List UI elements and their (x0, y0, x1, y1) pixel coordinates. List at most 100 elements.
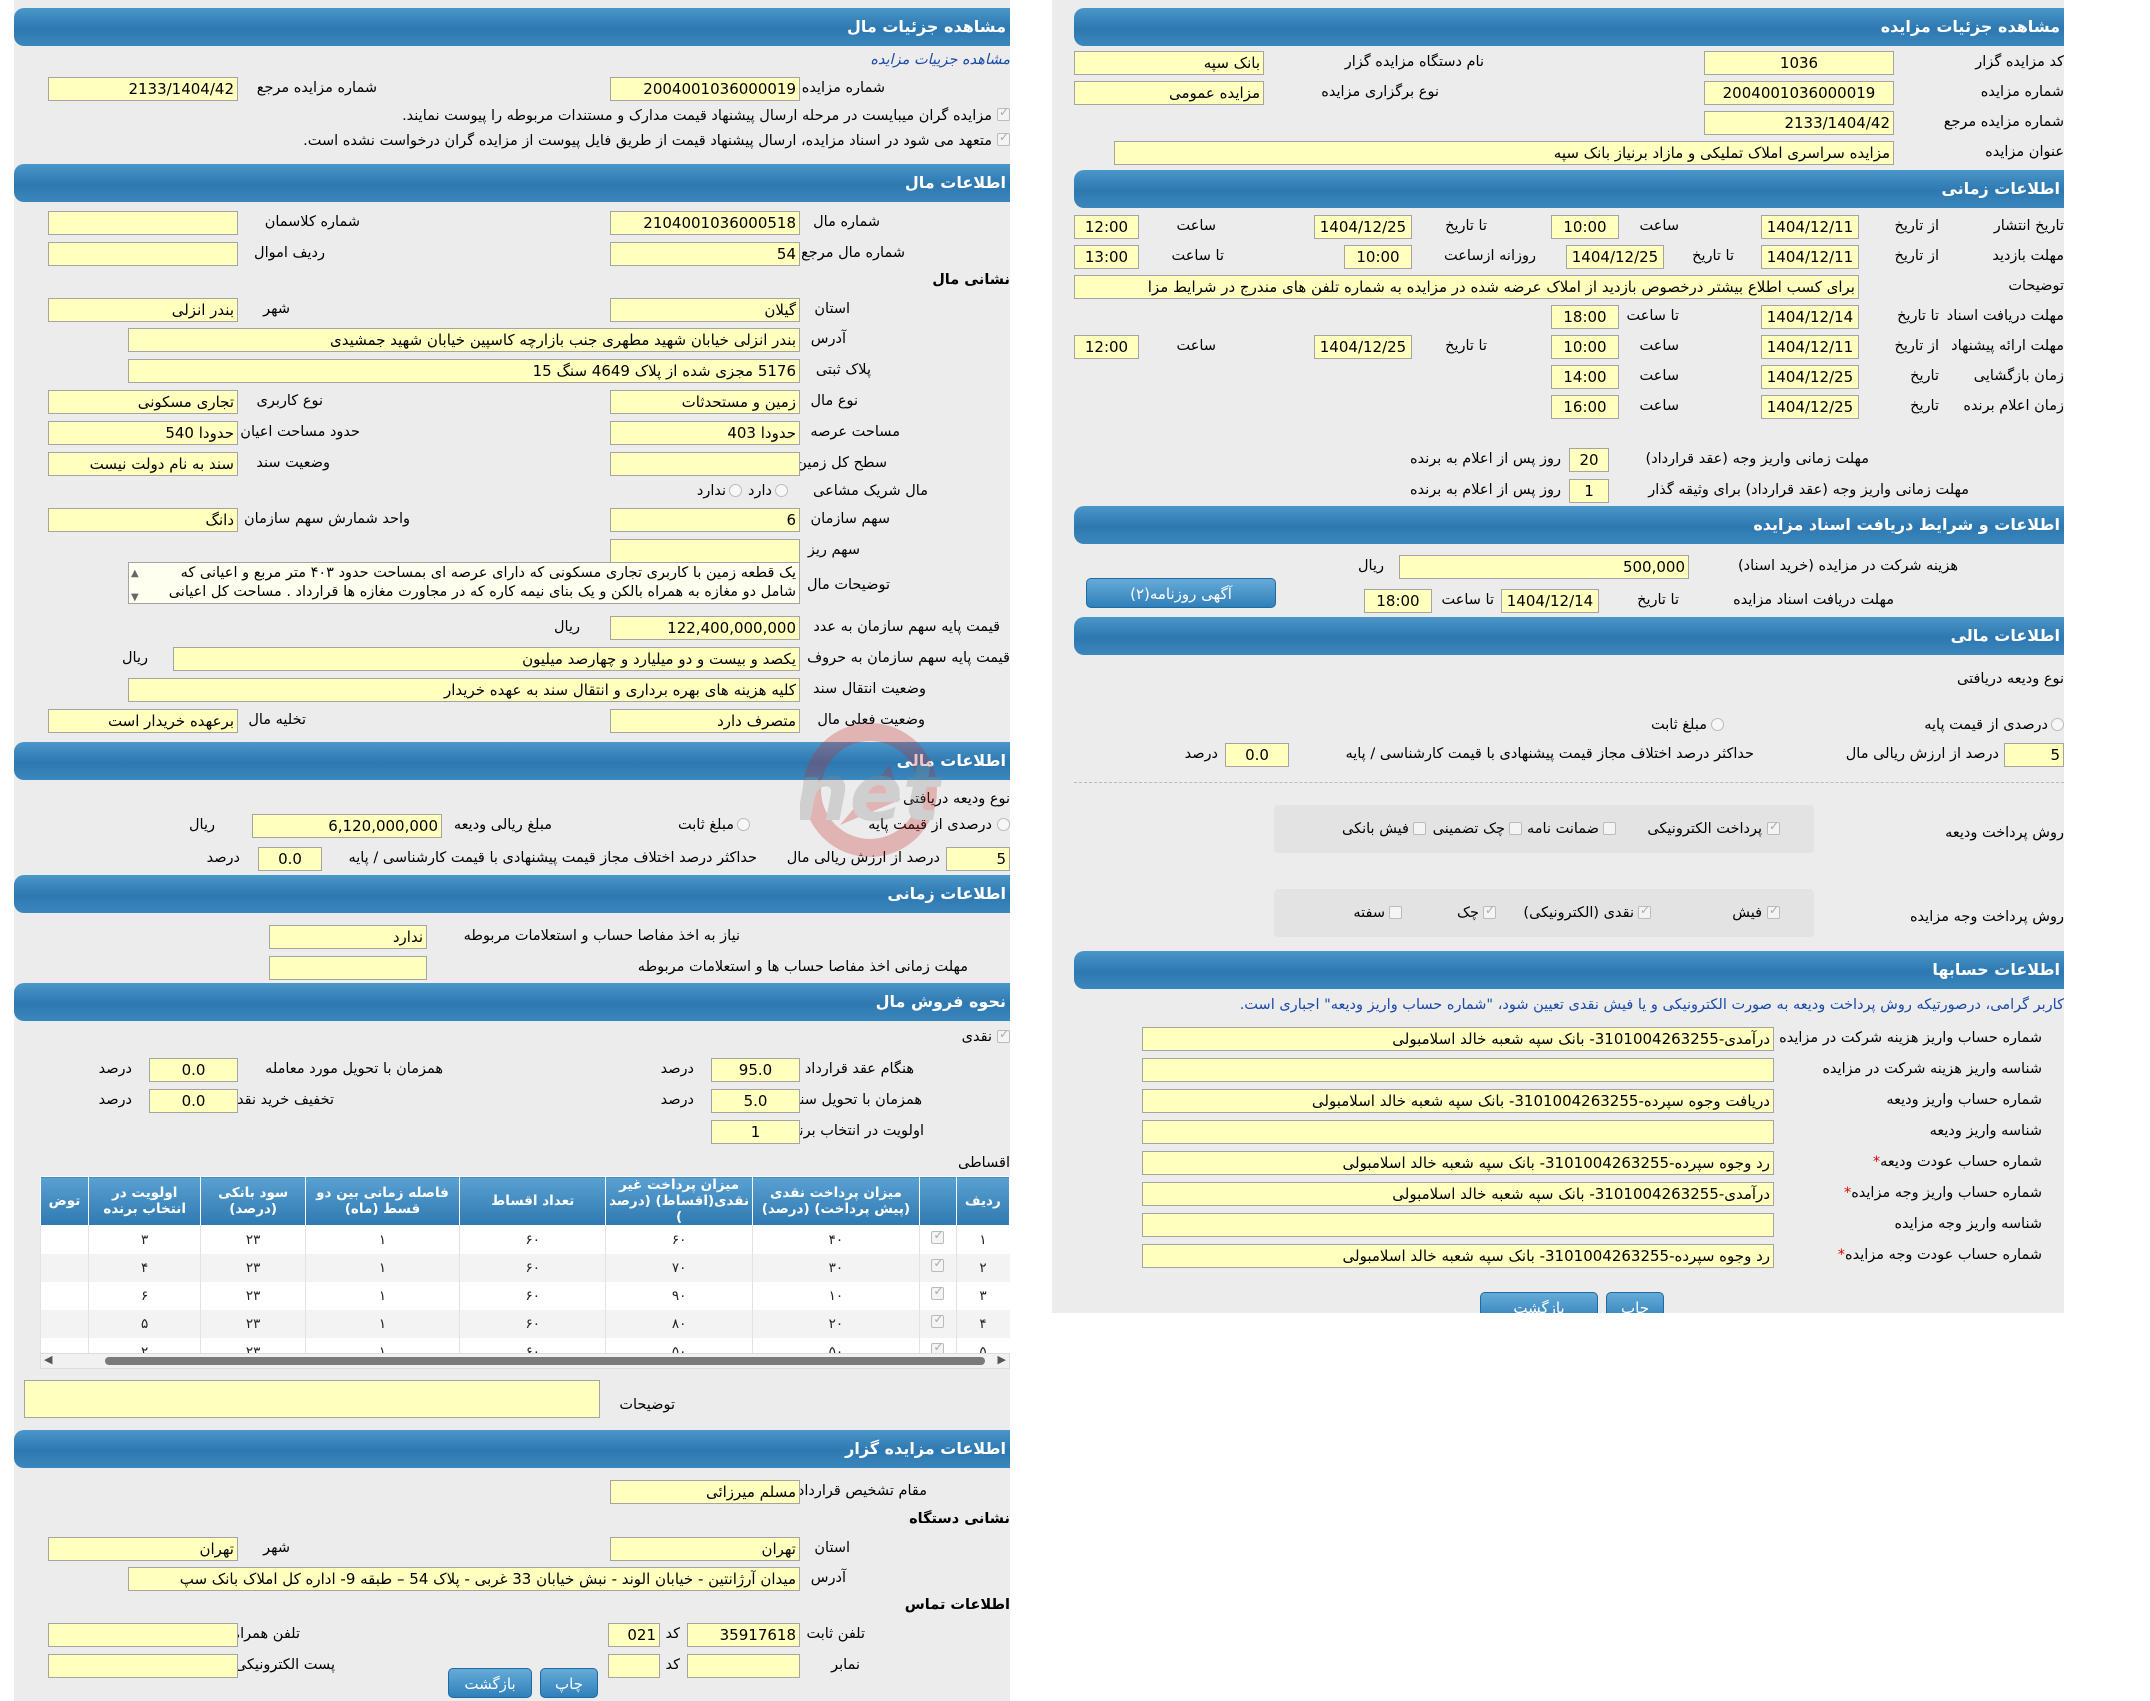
row-checkbox (931, 1284, 945, 1300)
ref-no-field: 2133/1404/42 (48, 77, 238, 101)
table-header-cell: سود بانکی (درصد) (200, 1176, 306, 1226)
class-no-label: شماره کلاسمان (264, 214, 360, 230)
promissory-label: سفته (1353, 905, 1385, 921)
right-percent-value-field: 5 (2004, 743, 2064, 767)
scroll-left-icon[interactable]: ◀ (44, 1353, 52, 1366)
table-cell: ۶۰ (459, 1309, 606, 1338)
table-header-cell: توض (40, 1176, 89, 1226)
table-cell: ۳ (87, 1225, 201, 1254)
partner-yes-label: دارد (748, 483, 772, 499)
max-diff-field: 0.0 (258, 847, 322, 871)
receipt-checkbox (1767, 903, 1780, 919)
item-no-label: شماره مال (813, 214, 880, 230)
refund-label-text: شماره حساب عودت ودیعه (1880, 1154, 2042, 1170)
notes-label: توضیحات (619, 1397, 675, 1413)
need-clearance-field: ندارد (269, 925, 427, 949)
visit-until-field: 13:00 (1074, 245, 1139, 269)
docs-deadline-label-2: مهلت دریافت اسناد مزایده (1733, 592, 1894, 608)
offer-from-field: 1404/12/11 (1761, 335, 1859, 359)
deposit-amount-label: مبلغ ریالی ودیعه (453, 817, 552, 833)
fax-code-label: کد (665, 1657, 680, 1673)
authority-field: مسلم میرزائی (610, 1480, 800, 1504)
item-details-title: مشاهده جزئیات مال (846, 17, 1006, 36)
pay-deadline-label: مهلت زمانی واریز وجه (عقد قرارداد) (1645, 451, 1869, 467)
publish-hour-label: ساعت (1639, 218, 1679, 234)
right-back-button[interactable]: بازگشت (1480, 1292, 1598, 1313)
scroll-up-icon[interactable]: ▲ (131, 564, 139, 583)
province-field: گیلان (610, 298, 800, 322)
fee-rial: ریال (1358, 558, 1384, 574)
table-row: ۳ ۱۰۹۰۶۰۱۲۳۶ (40, 1281, 1010, 1310)
transfer-field: کلیه هزینه های بهره برداری و انتقال سند … (128, 678, 800, 702)
table-cell: ۳ (955, 1281, 1010, 1310)
table-scrollbar[interactable]: ▶ ◀ (40, 1353, 1010, 1369)
offer-to-label: تا تاریخ (1445, 338, 1487, 354)
percent-value-text: درصد از ارزش ریالی مال (786, 850, 940, 866)
offer-from-label: از تاریخ (1894, 338, 1940, 354)
winner-label: زمان اعلام برنده (1963, 398, 2064, 414)
left-print-button[interactable]: چاپ (540, 1668, 598, 1698)
publish-from-field: 1404/12/11 (1761, 215, 1859, 239)
winner-field: 1404/12/25 (1761, 395, 1859, 419)
table-cell: ۹۰ (605, 1281, 753, 1310)
base-price-field: 122,400,000,000 (610, 616, 800, 640)
fixed-amount-radio[interactable] (737, 818, 750, 831)
deal-label: همزمان با تحویل مورد معامله (265, 1061, 443, 1077)
item-details-header: مشاهده جزئیات مال (14, 8, 1010, 46)
right-fixed-amount-radio[interactable] (1711, 718, 1724, 731)
table-cell: ۲۳ (200, 1225, 306, 1254)
share-field: 6 (610, 508, 800, 532)
installments-table: ردیف میزان پرداخت نقدی (پیش پرداخت) (درصد… (40, 1176, 1010, 1366)
row-checkbox (931, 1312, 945, 1328)
divider (1074, 782, 2064, 783)
payment-id-field (1142, 1213, 1774, 1237)
financial-header: اطلاعات مالی (14, 742, 1010, 780)
scroll-thumb[interactable] (105, 1357, 985, 1365)
building-area-field: حدودا 540 (48, 421, 238, 445)
electronic-checkbox (1767, 819, 1780, 835)
newspaper-ad-button[interactable]: آگهی روزنامه(۲) (1086, 578, 1276, 608)
partner-yes-radio[interactable] (775, 484, 788, 497)
guarantee-letter-label: ضمانت نامه (1527, 821, 1599, 837)
percent-base-radio[interactable] (997, 818, 1010, 831)
left-back-button[interactable]: بازگشت (448, 1668, 532, 1698)
org-city-field: تهران (48, 1537, 238, 1561)
asset-row-label: ردیف اموال (254, 245, 325, 261)
province-label: استان (814, 301, 850, 317)
right-percent-base-radio[interactable] (2051, 718, 2064, 731)
item-type-field: زمین و مستحدثات (610, 390, 800, 414)
winner-date-label: تاریخ (1910, 398, 1939, 414)
receipt-label: فیش (1732, 905, 1762, 921)
share-unit-field: دانگ (48, 508, 238, 532)
payment-account-field: درآمدی-3101004263255- بانک سپه شعبه خالد… (1142, 1182, 1774, 1206)
phone-code-label: کد (665, 1626, 680, 1642)
table-row: ۴ ۲۰۸۰۶۰۱۲۳۵ (40, 1309, 1010, 1338)
scroll-down-icon[interactable]: ▼ (131, 588, 139, 603)
docs-to-label: تا تاریخ (1897, 308, 1939, 324)
docs-to-field: 1404/12/14 (1761, 305, 1859, 329)
right-print-button[interactable]: چاپ (1606, 1292, 1664, 1313)
check-checkbox (1483, 903, 1496, 919)
view-auction-details-link[interactable]: مشاهده جزییات مزایده (870, 52, 1010, 68)
partner-no-radio[interactable] (729, 484, 742, 497)
offer-to-time-field: 12:00 (1074, 335, 1139, 359)
address-field: بندر انزلی خیابان شهید مطهری جنب بازارچه… (128, 328, 800, 352)
table-cell: ۱ (955, 1225, 1010, 1254)
cash-discount-label: تخفیف خرید نقدی (225, 1092, 334, 1108)
visit-daily-field: 10:00 (1344, 245, 1412, 269)
auctioneer-header: اطلاعات مزایده گزار (14, 1430, 1010, 1468)
publish-from-time-field: 10:00 (1551, 215, 1619, 239)
auction-details-panel: مشاهده جزئیات مزایده کد مزایده گزار 1036… (1052, 0, 2064, 1313)
winner-time-field: 16:00 (1551, 395, 1619, 419)
base-price-label: قیمت پایه سهم سازمان به عدد (813, 619, 1000, 635)
pay-deadline-days: روز پس از اعلام به برنده (1409, 451, 1561, 467)
table-cell (40, 1309, 89, 1338)
electronic-label: پرداخت الکترونیکی (1647, 821, 1762, 837)
visit-from-field: 1404/12/11 (1761, 245, 1859, 269)
scroll-right-icon[interactable]: ▶ (998, 1353, 1006, 1366)
winner-hour-label: ساعت (1639, 398, 1679, 414)
notes-field (24, 1380, 600, 1418)
item-desc-textarea[interactable]: یک قطعه زمین با کاربری تجاری مسکونی که د… (128, 562, 800, 604)
deal-percent: درصد (98, 1061, 132, 1077)
item-desc-label: توضیحات مال (807, 577, 890, 593)
